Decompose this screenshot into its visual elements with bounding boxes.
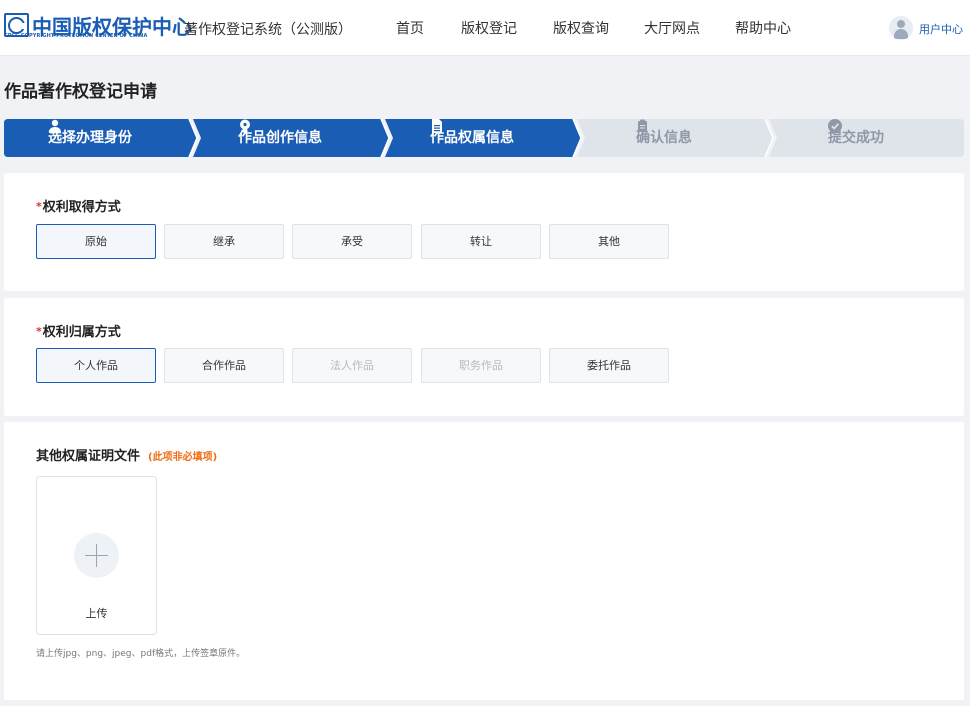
rights-acquisition-label: *权利取得方式: [36, 196, 121, 215]
option-other[interactable]: 其他: [549, 224, 669, 259]
user-center-label: 用户中心: [919, 23, 963, 36]
option-corporate-work: 法人作品: [292, 348, 412, 383]
cpcc-logo[interactable]: 中国版权保护中心 CPCC COPYRIGHT PROTECTION CENTE…: [4, 13, 192, 39]
plus-icon: [74, 533, 119, 578]
option-original[interactable]: 原始: [36, 224, 156, 259]
system-title: 著作权登记系统（公测版）: [184, 22, 352, 38]
required-marker: *: [36, 200, 42, 213]
rights-ownership-label: *权利归属方式: [36, 321, 121, 340]
document-icon: [432, 119, 442, 133]
option-succession[interactable]: 承受: [292, 224, 412, 259]
step-confirm-info[interactable]: 确认信息: [636, 119, 692, 157]
check-circle-icon: [828, 119, 842, 133]
required-marker: *: [36, 325, 42, 338]
nav-help-center[interactable]: 帮助中心: [735, 18, 791, 38]
upload-hint: 请上传jpg、png、jpeg、pdf格式，上传签章原件。: [36, 649, 246, 659]
option-transfer[interactable]: 转让: [421, 224, 541, 259]
field-label-text: 其他权属证明文件: [36, 449, 141, 464]
top-header: 中国版权保护中心 CPCC COPYRIGHT PROTECTION CENTE…: [0, 0, 970, 56]
step-submit-success[interactable]: 提交成功: [828, 119, 884, 157]
page-title: 作品著作权登记申请: [4, 82, 157, 102]
upload-label: 上传: [85, 607, 108, 620]
logo-subtitle: CPCC COPYRIGHT PROTECTION CENTER OF CHIN…: [4, 33, 148, 39]
lightbulb-icon: [240, 119, 250, 133]
step-select-identity[interactable]: 选择办理身份: [48, 119, 132, 157]
proof-files-label: 其他权属证明文件 (此项非必填项): [36, 445, 217, 464]
field-label-text: 权利归属方式: [42, 325, 121, 340]
option-employment-work: 职务作品: [421, 348, 541, 383]
upload-button[interactable]: 上传: [36, 476, 157, 635]
option-personal-work[interactable]: 个人作品: [36, 348, 156, 383]
step-ownership-info[interactable]: 作品权属信息: [430, 119, 514, 157]
step-progress-bar: 选择办理身份 作品创作信息 作品权属信息 确认信息 提交成功: [4, 119, 964, 157]
avatar-icon: [889, 16, 913, 40]
nav-service-halls[interactable]: 大厅网点: [644, 18, 700, 38]
step-creation-info[interactable]: 作品创作信息: [238, 119, 322, 157]
rights-ownership-section: *权利归属方式 个人作品 合作作品 法人作品 职务作品 委托作品: [4, 298, 964, 416]
option-commissioned-work[interactable]: 委托作品: [549, 348, 669, 383]
nav-copyright-query[interactable]: 版权查询: [553, 18, 609, 38]
option-joint-work[interactable]: 合作作品: [164, 348, 284, 383]
field-label-text: 权利取得方式: [42, 200, 121, 215]
option-inheritance[interactable]: 继承: [164, 224, 284, 259]
nav-home[interactable]: 首页: [396, 18, 424, 38]
clipboard-icon: [638, 119, 647, 132]
optional-note: (此项非必填项): [148, 452, 218, 463]
nav-copyright-registration[interactable]: 版权登记: [461, 18, 517, 38]
user-icon: [49, 119, 61, 133]
proof-files-section: 其他权属证明文件 (此项非必填项) 上传 请上传jpg、png、jpeg、pdf格…: [4, 422, 964, 700]
rights-acquisition-section: *权利取得方式 原始 继承 承受 转让 其他: [4, 173, 964, 291]
